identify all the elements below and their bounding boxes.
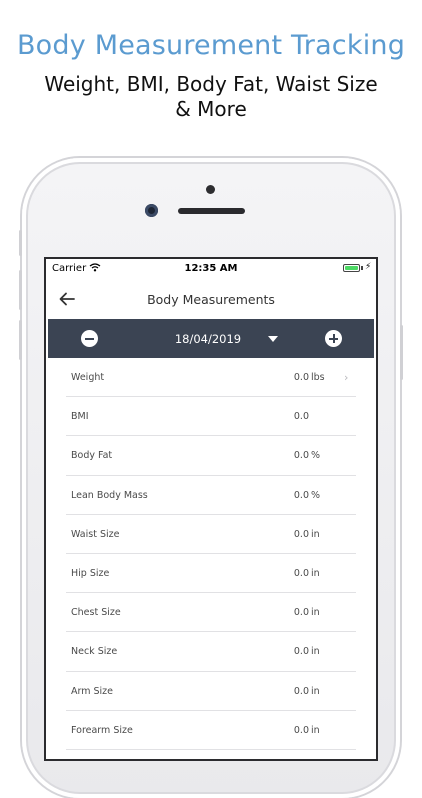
measurement-value: 0.0 [293,685,309,697]
date-label[interactable]: 18/04/2019 [158,332,258,346]
status-bar: Carrier 12:35 AM ⚡ [46,259,376,279]
measurement-value: 0.0 [293,567,309,579]
promo-title: Body Measurement Tracking [16,30,406,61]
previous-date-button[interactable] [81,330,98,347]
side-button-left-3 [19,320,22,360]
measurement-unit: in [311,724,320,736]
chevron-right-icon: › [344,371,349,384]
nav-title: Body Measurements [147,292,275,307]
measurement-value: 0.0 [293,489,309,501]
measurement-row[interactable]: Chest Size 0.0 in [46,593,376,633]
measurement-row[interactable]: Arm Size 0.0 in [46,672,376,711]
measurement-label: Hip Size [71,567,110,579]
battery-nub [361,266,363,270]
speaker-dot [206,185,215,194]
measurement-value: 0.0 [293,724,309,736]
measurement-label: Arm Size [71,685,114,697]
measurement-unit: in [311,646,320,658]
measurement-row[interactable]: Lean Body Mass 0.0% [46,476,376,515]
measurement-unit: % [311,489,321,501]
measurement-label: Chest Size [71,607,121,619]
app-screen: Carrier 12:35 AM ⚡ Body Measurements 18/… [46,259,376,759]
measurement-unit: in [311,528,320,540]
measurement-row[interactable]: BMI 0.0 [46,397,376,437]
side-button-left-2 [19,270,22,310]
side-button-left-1 [19,230,22,256]
side-button-right [400,325,403,380]
battery-fill [345,266,358,270]
measurement-row[interactable]: Waist Size 0.0 in [46,515,376,555]
measurement-label: Waist Size [71,528,120,540]
next-date-button[interactable] [325,330,342,347]
measurement-row[interactable]: Forearm Size 0.0 in [46,711,376,751]
measurement-label: Neck Size [71,646,118,658]
front-camera [145,204,158,217]
measurement-list: Weight 0.0 lbs › BMI 0.0 Body Fat 0.0% Lean Body… [46,358,376,751]
date-bar: 18/04/2019 [48,319,374,358]
battery-icon [343,264,360,272]
measurement-label: Body Fat [71,450,113,462]
clock: 12:35 AM [184,263,238,274]
measurement-value: 0.0 [293,646,309,658]
measurement-label: BMI [71,411,89,423]
nav-bar: Body Measurements [46,279,376,319]
measurement-row[interactable]: Neck Size 0.0 in [46,632,376,672]
measurement-unit: lbs [311,372,325,383]
measurement-value: 0.0 [293,607,309,619]
measurement-row[interactable]: Body Fat 0.0% [46,436,376,476]
measurement-value: 0.0 [293,528,309,540]
measurement-unit: in [311,607,320,619]
measurement-label: Weight [71,372,105,383]
measurement-value: 0.0 [293,450,309,462]
measurement-value: 0.0 [293,372,309,383]
measurement-label: Forearm Size [71,724,133,736]
charging-bolt-icon: ⚡ [365,262,372,272]
measurement-value: 0.0 [293,411,309,423]
measurement-row[interactable]: Weight 0.0 lbs › [46,358,376,398]
measurement-unit: in [311,567,320,579]
speaker-grill [178,208,245,214]
measurement-label: Lean Body Mass [71,489,148,501]
measurement-unit: % [311,450,321,462]
measurement-row[interactable]: Hip Size 0.0 in [46,554,376,594]
measurement-unit: in [311,685,320,697]
triangle-down-icon[interactable] [268,336,278,342]
promo-subtitle: Weight, BMI, Body Fat, Waist Size & More [44,72,378,121]
